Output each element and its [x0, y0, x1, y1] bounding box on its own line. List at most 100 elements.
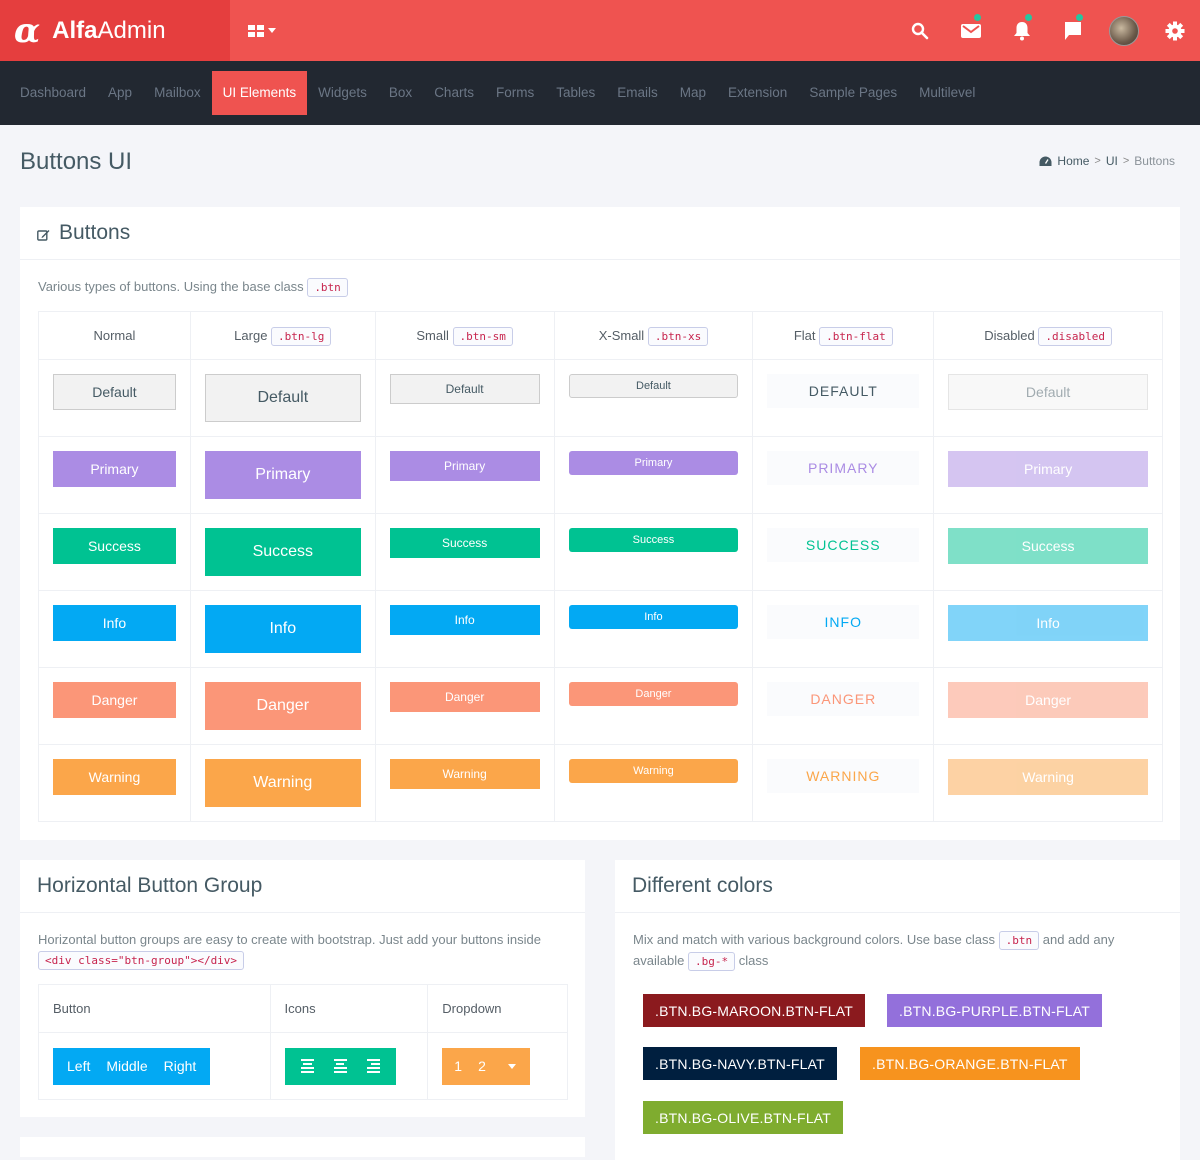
notifications-button[interactable] [996, 0, 1047, 61]
dropdown-toggle[interactable] [498, 1048, 526, 1085]
left-button[interactable]: Left [59, 1048, 98, 1085]
align-center-button[interactable] [324, 1048, 357, 1085]
danger-normal-button[interactable]: Danger [53, 682, 176, 718]
default-large-button[interactable]: Default [204, 374, 361, 422]
box-header: Buttons [20, 207, 1180, 260]
column-header: Large .btn-lg [189, 311, 376, 360]
description-text: Mix and match with various background co… [633, 932, 995, 947]
apps-menu-button[interactable] [248, 24, 276, 37]
option-2-button[interactable]: 2 [472, 1048, 498, 1085]
align-center-icon [333, 1059, 347, 1073]
button-group-table: Button Icons Dropdown Left Middle Right [38, 984, 568, 1100]
buttons-table: Normal Large .btn-lg Small .btn-sm X-Small … [38, 311, 1163, 822]
info-large-button[interactable]: Info [204, 605, 361, 653]
code-snippet: <div class="btn-group"></div> [38, 951, 245, 970]
column-header: Icons [269, 984, 429, 1033]
caret-down-icon [507, 1063, 516, 1069]
mail-button[interactable] [945, 0, 996, 61]
default-normal-button[interactable]: Default [53, 374, 176, 410]
primary-xsmall-button[interactable]: Primary [568, 451, 739, 475]
nav-item-extension[interactable]: Extension [717, 71, 798, 115]
nav-item-sample-pages[interactable]: Sample Pages [798, 71, 908, 115]
info-normal-button[interactable]: Info [53, 605, 176, 641]
table-cell: Success [553, 513, 754, 591]
column-header: Small .btn-sm [374, 311, 555, 360]
warning-xsmall-button[interactable]: Warning [568, 759, 739, 783]
box-title: Horizontal Button Group [37, 874, 263, 897]
column-label: X-Small [598, 328, 645, 343]
navy-flat-button[interactable]: .BTN.BG-NAVY.BTN-FLAT [643, 1047, 837, 1080]
primary-large-button[interactable]: Primary [204, 451, 361, 499]
mail-icon [960, 23, 981, 38]
breadcrumb-separator: > [1122, 155, 1130, 167]
default-flat-button[interactable]: DEFAULT [767, 374, 920, 408]
warning-large-button[interactable]: Warning [204, 759, 361, 807]
settings-button[interactable] [1149, 0, 1200, 61]
success-flat-button[interactable]: SUCCESS [767, 528, 920, 562]
nav-item-multilevel[interactable]: Multilevel [908, 71, 986, 115]
warning-normal-button[interactable]: Warning [53, 759, 176, 795]
purple-flat-button[interactable]: .BTN.BG-PURPLE.BTN-FLAT [887, 994, 1103, 1027]
nav-item-emails[interactable]: Emails [606, 71, 669, 115]
table-cell: Info [933, 590, 1163, 668]
success-xsmall-button[interactable]: Success [568, 528, 739, 552]
maroon-flat-button[interactable]: .BTN.BG-MAROON.BTN-FLAT [643, 994, 866, 1027]
default-xsmall-button[interactable]: Default [568, 374, 739, 398]
nav-item-ui-elements[interactable]: UI Elements [211, 71, 308, 115]
search-button[interactable] [894, 0, 945, 61]
default-small-button[interactable]: Default [389, 374, 540, 404]
align-right-button[interactable] [357, 1048, 390, 1085]
nav-item-charts[interactable]: Charts [423, 71, 485, 115]
option-1-button[interactable]: 1 [446, 1048, 472, 1085]
orange-flat-button[interactable]: .BTN.BG-ORANGE.BTN-FLAT [860, 1047, 1080, 1080]
table-row: Primary Primary Primary Primary PRIMARY Prima… [38, 436, 1163, 514]
nav-item-tables[interactable]: Tables [545, 71, 606, 115]
success-normal-button[interactable]: Success [53, 528, 176, 564]
success-large-button[interactable]: Success [204, 528, 361, 576]
nav-item-widgets[interactable]: Widgets [307, 71, 378, 115]
chat-button[interactable] [1047, 0, 1098, 61]
middle-button[interactable]: Middle [98, 1048, 155, 1085]
danger-xsmall-button[interactable]: Danger [568, 682, 739, 706]
nav-item-app[interactable]: App [97, 71, 143, 115]
info-small-button[interactable]: Info [389, 605, 540, 635]
danger-large-button[interactable]: Danger [204, 682, 361, 730]
breadcrumb-ui[interactable]: UI [1106, 154, 1118, 168]
nav-item-mailbox[interactable]: Mailbox [143, 71, 212, 115]
olive-flat-button[interactable]: .BTN.BG-OLIVE.BTN-FLAT [643, 1101, 844, 1134]
code-snippet: .btn-flat [819, 327, 893, 346]
success-disabled-button: Success [948, 528, 1148, 564]
danger-small-button[interactable]: Danger [389, 682, 540, 712]
table-cell: Primary [933, 436, 1163, 514]
nav-item-dashboard[interactable]: Dashboard [9, 71, 97, 115]
content-header: Buttons UI Home > UI > Buttons [0, 125, 1200, 207]
logo[interactable]: α Alfa Admin [0, 0, 230, 61]
info-flat-button[interactable]: INFO [767, 605, 920, 639]
table-cell: Danger [38, 667, 191, 745]
nav-item-map[interactable]: Map [669, 71, 717, 115]
warning-flat-button[interactable]: WARNING [767, 759, 920, 793]
primary-normal-button[interactable]: Primary [53, 451, 176, 487]
user-menu-button[interactable] [1098, 0, 1149, 61]
table-cell: Default [374, 359, 555, 437]
table-cell: DANGER [752, 667, 935, 745]
breadcrumb-home[interactable]: Home [1057, 154, 1089, 168]
table-cell: Info [189, 590, 376, 668]
warning-small-button[interactable]: Warning [389, 759, 540, 789]
table-cell: Warning [553, 744, 754, 822]
table-cell: Success [374, 513, 555, 591]
code-snippet: .bg-* [687, 952, 736, 971]
info-xsmall-button[interactable]: Info [568, 605, 739, 629]
right-button[interactable]: Right [156, 1048, 205, 1085]
code-snippet: .btn [307, 278, 348, 297]
nav-item-forms[interactable]: Forms [485, 71, 545, 115]
danger-flat-button[interactable]: DANGER [767, 682, 920, 716]
primary-small-button[interactable]: Primary [389, 451, 540, 481]
nav-item-box[interactable]: Box [378, 71, 423, 115]
mail-badge [974, 14, 981, 21]
table-cell: Info [374, 590, 555, 668]
column-label: Normal [93, 328, 136, 343]
success-small-button[interactable]: Success [389, 528, 540, 558]
align-left-button[interactable] [291, 1048, 324, 1085]
primary-flat-button[interactable]: PRIMARY [767, 451, 920, 485]
